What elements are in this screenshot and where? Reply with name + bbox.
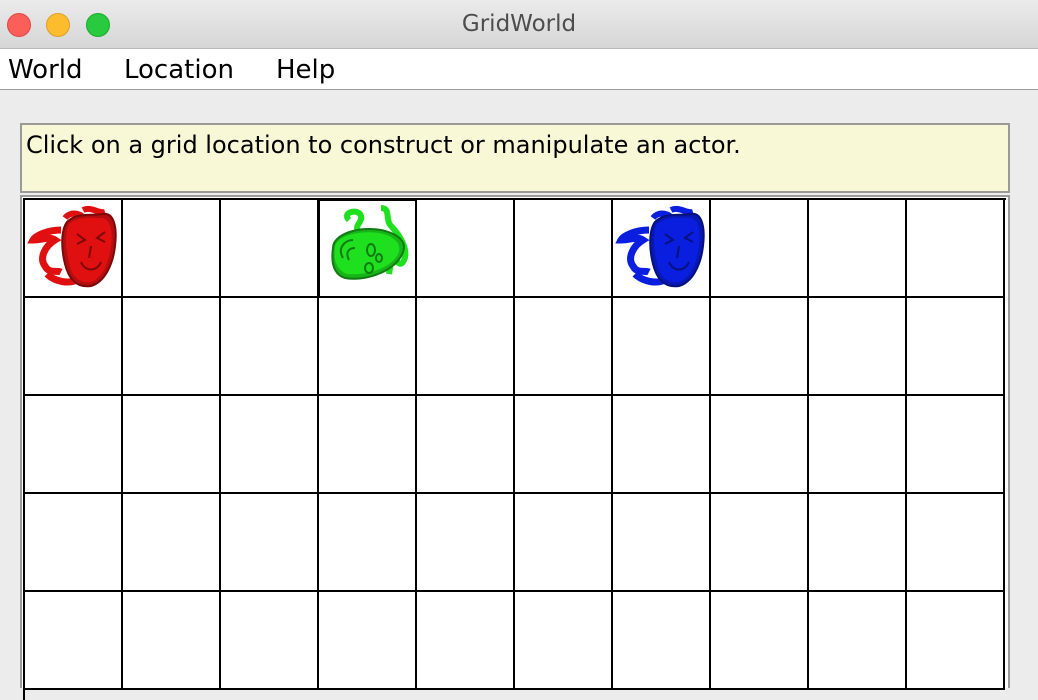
grid-cell-r4-c5[interactable] [515, 592, 613, 690]
grid-cell-r1-c1[interactable] [123, 298, 221, 396]
grid-cell-r1-c5[interactable] [515, 298, 613, 396]
grid-cell-r0-c4[interactable] [417, 200, 515, 298]
menu-bar-filler [356, 49, 1038, 90]
grid-cell-r2-c6[interactable] [613, 396, 711, 494]
grid-cell-r3-c5[interactable] [515, 494, 613, 592]
grid-cell-r1-c7[interactable] [711, 298, 809, 396]
grid-cell-r4-c3[interactable] [319, 592, 417, 690]
grid-cell-r0-c6[interactable] [613, 200, 711, 298]
menu-help[interactable]: Help [276, 55, 335, 85]
grid-cell-r0-c5[interactable] [515, 200, 613, 298]
grid-cell-r1-c6[interactable] [613, 298, 711, 396]
menu-bar: World Location Help [0, 49, 356, 90]
grid-cell-r4-c8[interactable] [809, 592, 907, 690]
grid-cell-r1-c3[interactable] [319, 298, 417, 396]
grid-cell-r3-c6[interactable] [613, 494, 711, 592]
menu-location[interactable]: Location [124, 55, 234, 85]
grid-cell-r2-c4[interactable] [417, 396, 515, 494]
grid-cell-r4-c4[interactable] [417, 592, 515, 690]
grid-cell-r2-c2[interactable] [221, 396, 319, 494]
grid-cell-r0-c0[interactable] [25, 200, 123, 298]
grid-cell-r2-c8[interactable] [809, 396, 907, 494]
grid-cell-r1-c8[interactable] [809, 298, 907, 396]
grid-cell-r3-c2[interactable] [221, 494, 319, 592]
grid-cell-r4-c6[interactable] [613, 592, 711, 690]
grid-cell-r3-c0[interactable] [25, 494, 123, 592]
grid-cell-r3-c9[interactable] [907, 494, 1005, 592]
grid-cell-r0-c7[interactable] [711, 200, 809, 298]
grid-cell-r4-c9[interactable] [907, 592, 1005, 690]
grid-cell-r0-c2[interactable] [221, 200, 319, 298]
grid-cell-r2-c0[interactable] [25, 396, 123, 494]
grid-cell-r0-c9[interactable] [907, 200, 1005, 298]
grid-cell-r2-c3[interactable] [319, 396, 417, 494]
grid-cell-r3-c3[interactable] [319, 494, 417, 592]
grid-cell-r0-c3-selected[interactable] [318, 199, 418, 299]
grid-cell-r2-c9[interactable] [907, 396, 1005, 494]
grid-cell-r1-c9[interactable] [907, 298, 1005, 396]
grid-cell-r2-c5[interactable] [515, 396, 613, 494]
grid-cell-r3-c7[interactable] [711, 494, 809, 592]
world-grid[interactable] [23, 198, 1006, 700]
window-title: GridWorld [461, 11, 577, 37]
grid-cell-r3-c8[interactable] [809, 494, 907, 592]
title-bar[interactable]: GridWorld [0, 0, 1038, 49]
gridworld-window: GridWorld World Location Help Click on a… [0, 0, 1038, 700]
grid-cell-r3-c1[interactable] [123, 494, 221, 592]
grid-cell-r4-c2[interactable] [221, 592, 319, 690]
grid-cell-r4-c0[interactable] [25, 592, 123, 690]
grid-cell-r1-c4[interactable] [417, 298, 515, 396]
grid-cell-r1-c0[interactable] [25, 298, 123, 396]
grid-cell-r0-c8[interactable] [809, 200, 907, 298]
grid-cell-r0-c1[interactable] [123, 200, 221, 298]
grid-cell-r4-c1[interactable] [123, 592, 221, 690]
message-area: Click on a grid location to construct or… [20, 123, 1010, 193]
grid-cell-r4-c7[interactable] [711, 592, 809, 690]
grid-cell-r2-c1[interactable] [123, 396, 221, 494]
menu-world[interactable]: World [8, 55, 83, 85]
grid-cell-r3-c4[interactable] [417, 494, 515, 592]
grid-cell-r2-c7[interactable] [711, 396, 809, 494]
grid-cell-r1-c2[interactable] [221, 298, 319, 396]
